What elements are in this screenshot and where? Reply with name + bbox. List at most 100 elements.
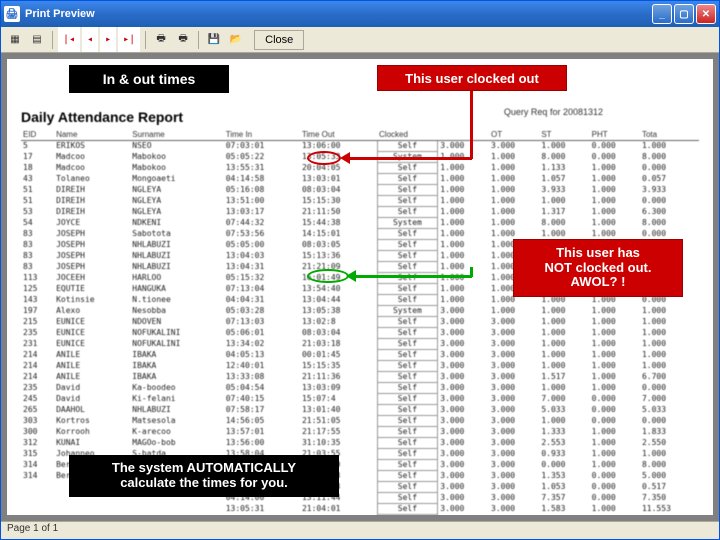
cell: 53 [21, 207, 54, 218]
cell: JOYCE [54, 218, 130, 229]
cell: K-arecoo [130, 427, 223, 438]
cell: Ki-felani [130, 394, 223, 405]
cell: 0.933 [539, 449, 589, 460]
cell: 235 [21, 383, 54, 394]
cell: 83 [21, 229, 54, 240]
cell: 13:33:08 [224, 372, 300, 383]
table-row: 303KortrosMatsesola14:56:0521:51:05Self3… [21, 416, 699, 427]
cell: DIREIH [54, 185, 130, 196]
prev-page-button[interactable]: ◂ [82, 27, 98, 52]
cell: JOSEPH [54, 251, 130, 262]
close-button[interactable]: Close [254, 30, 304, 50]
cell: Self [377, 174, 438, 185]
cell: 1.000 [539, 339, 589, 350]
print-setup-icon[interactable]: 🖶 [173, 30, 193, 50]
cell: 0.000 [640, 515, 699, 516]
print-icon[interactable]: 🖶 [151, 30, 171, 50]
cell: 5.000 [640, 471, 699, 482]
cell: Madcoo [54, 163, 130, 174]
cell: 15:07:4 [300, 394, 377, 405]
cell: 13:54:40 [300, 284, 377, 295]
cell: Self [377, 372, 438, 383]
cell: Kortros [54, 416, 130, 427]
cell: EUNICE [54, 317, 130, 328]
cell: 11.553 [640, 504, 699, 515]
cell: KUNAI [54, 438, 130, 449]
cell: Self [377, 394, 438, 405]
cell: NHLABUZI [130, 251, 223, 262]
cell: 1.000 [539, 317, 589, 328]
cell: 1.000 [489, 207, 539, 218]
save-icon[interactable]: 💾 [204, 30, 224, 50]
col-header: Time In [224, 129, 300, 141]
cell: 15:15:30 [300, 196, 377, 207]
cell: 3.000 [489, 438, 539, 449]
col-header: EID [21, 129, 54, 141]
cell: 0.000 [640, 196, 699, 207]
cell: 12:40:01 [224, 361, 300, 372]
arrow-clocked-out-v [470, 91, 473, 159]
cell: 1.000 [539, 328, 589, 339]
open-icon[interactable]: 📂 [226, 30, 246, 50]
maximize-button[interactable]: ▢ [674, 4, 694, 24]
cell: 21:04:01 [300, 504, 377, 515]
cell: 17:10:44 [300, 515, 377, 516]
cell: 13:34:02 [224, 339, 300, 350]
cell: 13:01:40 [300, 405, 377, 416]
window-controls: _ ▢ ✕ [652, 4, 716, 24]
callout-not-clocked-line2: NOT clocked out. [545, 261, 652, 276]
table-row: 300KorroohK-arecoo13:57:0121:17:55Self3.… [21, 427, 699, 438]
cell: IBAKA [130, 372, 223, 383]
first-page-button[interactable]: |◂ [58, 27, 80, 52]
cell: 1.000 [590, 449, 640, 460]
cell: 1.317 [539, 207, 589, 218]
cell: 6.300 [640, 207, 699, 218]
cell: 20:04:05 [300, 163, 377, 174]
cell: 3.933 [640, 185, 699, 196]
cell: 3.933 [539, 185, 589, 196]
cell: 113 [21, 273, 54, 284]
query-label: Query Req for 20081312 [504, 107, 603, 117]
cell: 15:13:36 [300, 251, 377, 262]
arrow-clocked-out-h [349, 157, 472, 160]
cell: 13:05:38 [300, 306, 377, 317]
minimize-button[interactable]: _ [652, 4, 672, 24]
cell: Self [377, 163, 438, 174]
cell: 1.000 [590, 218, 640, 229]
cell: Self [377, 141, 438, 152]
cell: 1.000 [590, 328, 640, 339]
cell: JOSEPH [54, 240, 130, 251]
close-window-button[interactable]: ✕ [696, 4, 716, 24]
cell: 1.000 [640, 339, 699, 350]
cell: 0.000 [590, 493, 640, 504]
callout-auto-line1: The system AUTOMATICALLY [112, 461, 296, 476]
cell: 1.000 [590, 339, 640, 350]
cell: 3.000 [438, 438, 489, 449]
cell: Self [377, 493, 438, 504]
cell: 303 [21, 416, 54, 427]
cell: 3.000 [438, 141, 489, 152]
cell: Sabotota [130, 229, 223, 240]
cell: 0.000 [590, 482, 640, 493]
cell: 1.000 [438, 251, 489, 262]
cell: 21:11:36 [300, 372, 377, 383]
cell: Self [377, 339, 438, 350]
cell: 2.550 [640, 438, 699, 449]
cell: Self [377, 229, 438, 240]
cell: 5 [21, 141, 54, 152]
cell: DIREIH [54, 207, 130, 218]
page-layout-icon[interactable]: ▦ [5, 30, 25, 50]
last-page-button[interactable]: ▸| [118, 27, 140, 52]
cell: Self [377, 207, 438, 218]
grid-icon[interactable]: ▤ [27, 30, 47, 50]
titlebar[interactable]: 🖨 Print Preview _ ▢ ✕ [1, 1, 719, 27]
cell: 1.000 [539, 196, 589, 207]
next-page-button[interactable]: ▸ [100, 27, 116, 52]
cell: 08:03:04 [300, 185, 377, 196]
cell: 3.000 [438, 372, 489, 383]
cell: 3.000 [438, 460, 489, 471]
cell: 05:05:22 [224, 152, 300, 163]
cell: Mongoaeti [130, 174, 223, 185]
cell: 54 [21, 218, 54, 229]
cell: 0.000 [640, 383, 699, 394]
